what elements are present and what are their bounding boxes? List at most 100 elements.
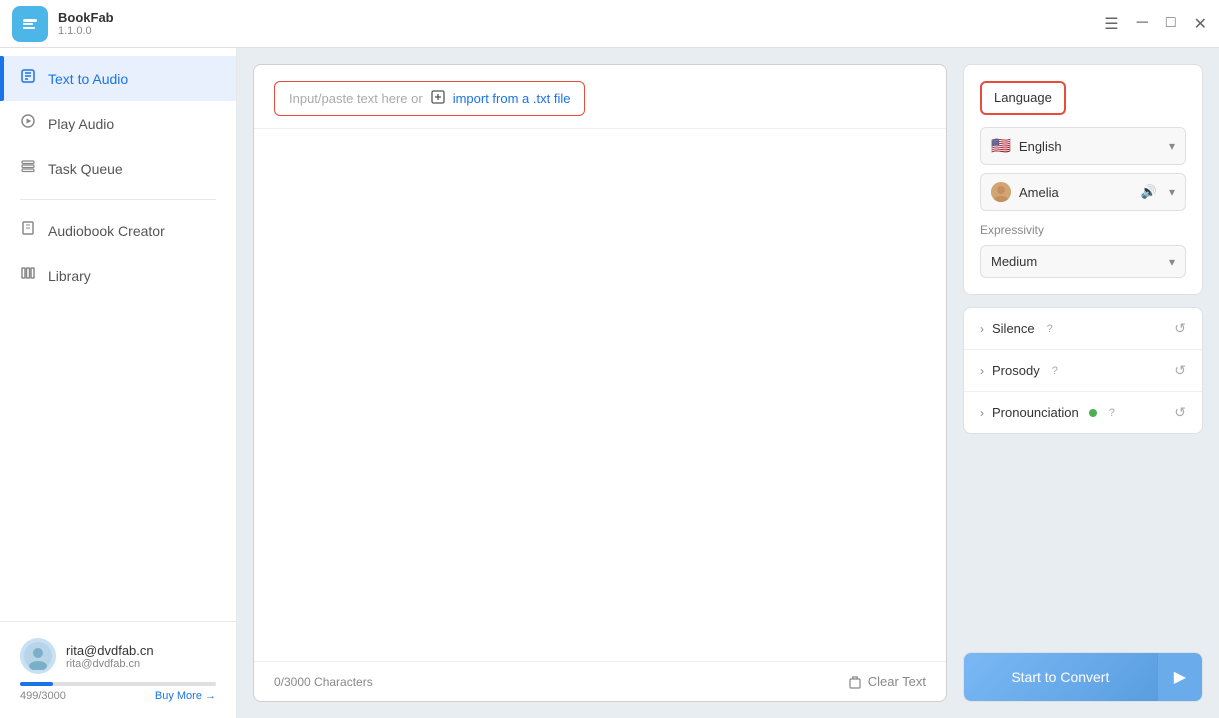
input-placeholder-text: Input/paste text here or <box>289 91 423 106</box>
voice-name: Amelia <box>1019 185 1133 200</box>
start-convert-button[interactable]: Start to Convert <box>964 653 1157 701</box>
app-info: BookFab 1.1.0.0 <box>58 10 114 37</box>
flag-icon: 🇺🇸 <box>991 136 1011 156</box>
sidebar-audiobook-creator-label: Audiobook Creator <box>48 223 165 239</box>
sidebar-task-queue-label: Task Queue <box>48 161 123 177</box>
task-queue-icon <box>20 158 36 179</box>
prosody-row[interactable]: › Prosody ? ↺ <box>964 350 1202 392</box>
silence-expand-icon: › <box>980 322 984 336</box>
main-layout: Text to Audio Play Audio Task Queue <box>0 48 1219 718</box>
expressivity-label: Expressivity <box>980 223 1186 237</box>
sidebar-item-audiobook-creator[interactable]: Audiobook Creator <box>0 208 236 253</box>
language-value: English <box>1019 139 1161 154</box>
sidebar-library-label: Library <box>48 268 91 284</box>
sound-icon: 🔊 <box>1141 184 1157 200</box>
voice-select[interactable]: Amelia 🔊 ▾ <box>980 173 1186 211</box>
menu-icon[interactable]: ☰ <box>1104 14 1118 34</box>
pronounciation-row[interactable]: › Pronounciation ? ↺ <box>964 392 1202 433</box>
language-settings-card: Language 🇺🇸 English ▾ Amelia 🔊 ▾ Ex <box>963 64 1203 295</box>
title-bar: BookFab 1.1.0.0 ☰ ─ □ ✕ <box>0 0 1219 48</box>
app-name: BookFab <box>58 10 114 25</box>
pronounciation-title: Pronounciation <box>992 405 1079 420</box>
sidebar-bottom: rita@dvdfab.cn rita@dvdfab.cn 499/3000 B… <box>0 621 236 718</box>
silence-title: Silence <box>992 321 1035 336</box>
sidebar-play-audio-label: Play Audio <box>48 116 114 132</box>
content-area: Input/paste text here or import from a .… <box>237 48 1219 718</box>
voice-chevron-icon: ▾ <box>1169 185 1175 199</box>
active-indicator <box>0 56 4 101</box>
sidebar-divider <box>20 199 216 200</box>
user-email: rita@dvdfab.cn <box>66 658 216 670</box>
play-convert-button[interactable]: ▶ <box>1157 653 1202 701</box>
progress-current: 499 <box>20 690 38 702</box>
prosody-title: Prosody <box>992 363 1040 378</box>
app-branding: BookFab 1.1.0.0 <box>12 6 114 42</box>
user-details: rita@dvdfab.cn rita@dvdfab.cn <box>66 643 216 670</box>
expressivity-chevron-icon: ▾ <box>1169 255 1175 269</box>
char-count: 0/3000 Characters <box>274 675 373 689</box>
new-feature-badge <box>1089 409 1097 417</box>
play-audio-icon <box>20 113 36 134</box>
clear-text-button[interactable]: Clear Text <box>848 674 926 689</box>
prosody-reset-icon[interactable]: ↺ <box>1174 362 1186 379</box>
progress-text: 499/3000 Buy More → <box>20 690 216 702</box>
maximize-button[interactable]: □ <box>1166 14 1176 34</box>
pronounciation-left: › Pronounciation ? <box>980 405 1115 420</box>
app-logo <box>12 6 48 42</box>
right-panel: Language 🇺🇸 English ▾ Amelia 🔊 ▾ Ex <box>963 64 1203 702</box>
avatar <box>20 638 56 674</box>
text-input[interactable] <box>254 129 946 661</box>
language-select[interactable]: 🇺🇸 English ▾ <box>980 127 1186 165</box>
user-name: rita@dvdfab.cn <box>66 643 216 658</box>
voice-avatar <box>991 182 1011 202</box>
expandable-settings: › Silence ? ↺ › Prosody ? ↺ <box>963 307 1203 434</box>
progress-fill <box>20 682 53 686</box>
editor-toolbar: Input/paste text here or import from a .… <box>254 65 946 129</box>
buy-more-link[interactable]: Buy More → <box>155 690 216 702</box>
clear-text-label: Clear Text <box>868 674 926 689</box>
import-box[interactable]: Input/paste text here or import from a .… <box>274 81 585 116</box>
import-icon <box>431 90 445 107</box>
window-controls: ☰ ─ □ ✕ <box>1104 14 1207 34</box>
pronounciation-expand-icon: › <box>980 406 984 420</box>
silence-row[interactable]: › Silence ? ↺ <box>964 308 1202 350</box>
language-label-box: Language <box>980 81 1066 115</box>
minimize-button[interactable]: ─ <box>1137 14 1148 34</box>
silence-left: › Silence ? <box>980 321 1053 336</box>
language-label: Language <box>994 90 1052 105</box>
play-convert-icon: ▶ <box>1174 669 1186 686</box>
progress-count: 499/3000 <box>20 690 66 702</box>
prosody-left: › Prosody ? <box>980 363 1058 378</box>
progress-max: 3000 <box>41 690 65 702</box>
pronounciation-help-icon[interactable]: ? <box>1109 407 1115 419</box>
prosody-expand-icon: › <box>980 364 984 378</box>
import-link-text[interactable]: import from a .txt file <box>453 91 571 106</box>
sidebar-text-to-audio-label: Text to Audio <box>48 71 128 87</box>
editor-panel: Input/paste text here or import from a .… <box>253 64 947 702</box>
sidebar-item-play-audio[interactable]: Play Audio <box>0 101 236 146</box>
expressivity-value: Medium <box>991 254 1161 269</box>
text-to-audio-icon <box>20 68 36 89</box>
usage-progress: 499/3000 Buy More → <box>20 682 216 702</box>
silence-help-icon[interactable]: ? <box>1047 323 1053 335</box>
sidebar-item-text-to-audio[interactable]: Text to Audio <box>0 56 236 101</box>
close-button[interactable]: ✕ <box>1194 14 1207 34</box>
language-chevron-icon: ▾ <box>1169 139 1175 153</box>
editor-footer: 0/3000 Characters Clear Text <box>254 661 946 701</box>
convert-bar: Start to Convert ▶ <box>963 652 1203 702</box>
expressivity-select[interactable]: Medium ▾ <box>980 245 1186 278</box>
spacer <box>963 446 1203 640</box>
library-icon <box>20 265 36 286</box>
pronounciation-reset-icon[interactable]: ↺ <box>1174 404 1186 421</box>
sidebar-item-library[interactable]: Library <box>0 253 236 298</box>
prosody-help-icon[interactable]: ? <box>1052 365 1058 377</box>
expressivity-section: Expressivity Medium ▾ <box>980 223 1186 278</box>
sidebar: Text to Audio Play Audio Task Queue <box>0 48 237 718</box>
audiobook-creator-icon <box>20 220 36 241</box>
sidebar-item-task-queue[interactable]: Task Queue <box>0 146 236 191</box>
progress-track <box>20 682 216 686</box>
sidebar-nav: Text to Audio Play Audio Task Queue <box>0 48 236 621</box>
user-info: rita@dvdfab.cn rita@dvdfab.cn <box>20 638 216 674</box>
app-version: 1.1.0.0 <box>58 25 114 37</box>
silence-reset-icon[interactable]: ↺ <box>1174 320 1186 337</box>
